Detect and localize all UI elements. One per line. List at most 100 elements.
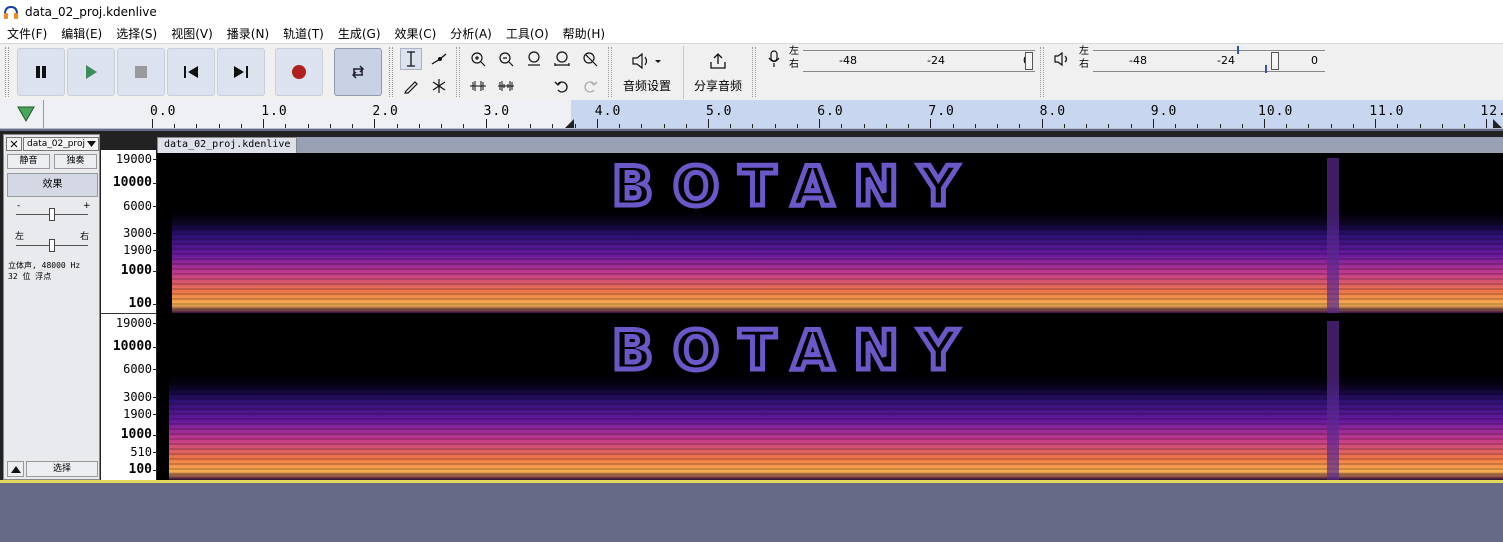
upload-share-icon (710, 53, 726, 69)
toolbar-grip[interactable] (456, 47, 460, 97)
undo-button[interactable] (551, 75, 573, 97)
i-beam-icon (407, 51, 415, 67)
ruler-minor-tick (285, 124, 287, 128)
frequency-label: 1900 (123, 407, 152, 421)
play-meter[interactable]: -48 -24 0 (1093, 46, 1325, 73)
toolbar-grip[interactable] (752, 47, 756, 97)
pause-icon (36, 66, 46, 78)
trim-icon (470, 81, 486, 91)
menu-generate[interactable]: 生成(G) (338, 25, 381, 42)
selection-tool-button[interactable] (400, 48, 422, 70)
gain-plus-label: + (83, 201, 91, 211)
ruler-minor-tick (352, 124, 354, 128)
spectrogram: BOTANY BOTANY (157, 153, 1503, 480)
menu-analyze[interactable]: 分析(A) (450, 25, 492, 42)
ruler-minor-tick (1241, 124, 1243, 128)
frequency-label: 100 (128, 296, 152, 311)
skip-to-end-button[interactable] (217, 48, 265, 96)
track-name-menu[interactable]: data_02_proj (23, 137, 99, 151)
menu-bar: 文件(F) 编辑(E) 选择(S) 视图(V) 播录(N) 轨道(T) 生成(G… (0, 23, 1503, 43)
ruler-tick-label: 12.0 (1480, 104, 1503, 119)
frequency-label: 100 (128, 462, 152, 477)
gain-slider[interactable] (49, 208, 55, 221)
play-meter-button[interactable] (1052, 48, 1074, 70)
envelope-tool-button[interactable] (428, 48, 450, 70)
microphone-icon (768, 50, 780, 67)
stop-button[interactable] (117, 48, 165, 96)
ruler-minor-tick (463, 124, 465, 128)
menu-help[interactable]: 帮助(H) (563, 25, 605, 42)
zoom-out-button[interactable] (495, 48, 517, 70)
record-meter[interactable]: -48 -24 0 (803, 50, 1035, 72)
menu-tools[interactable]: 工具(O) (506, 25, 549, 42)
menu-select[interactable]: 选择(S) (116, 25, 157, 42)
pause-button[interactable] (17, 48, 65, 96)
pencil-icon (404, 81, 418, 94)
multi-tool-button[interactable] (428, 75, 450, 97)
ruler-minor-tick (574, 124, 576, 128)
fit-selection-button[interactable] (523, 48, 545, 70)
frequency-tick (153, 304, 156, 305)
solo-button[interactable]: 独奏 (54, 154, 97, 169)
effects-button[interactable]: 效果 (7, 173, 98, 197)
frequency-tick (153, 397, 156, 398)
frequency-label: 19000 (115, 316, 152, 330)
menu-file[interactable]: 文件(F) (7, 25, 47, 42)
selection-end-marker-icon[interactable] (1493, 119, 1503, 128)
trim-button[interactable] (467, 75, 489, 97)
collapse-track-button[interactable] (7, 461, 24, 477)
ruler-major-tick (708, 119, 709, 128)
share-audio-button[interactable]: 分享音频 (688, 48, 748, 96)
menu-view[interactable]: 视图(V) (171, 25, 213, 42)
select-track-button[interactable]: 选择 (26, 461, 98, 477)
play-button[interactable] (67, 48, 115, 96)
silence-button[interactable] (495, 75, 517, 97)
window-title: data_02_proj.kdenlive (25, 4, 157, 19)
audacity-logo-icon (4, 5, 18, 19)
ruler-minor-tick (1086, 124, 1088, 128)
toolbar-grip[interactable] (389, 47, 393, 97)
ruler-minor-tick (885, 124, 887, 128)
spectrogram-view[interactable]: BOTANY BOTANY (157, 153, 1503, 480)
zoom-in-button[interactable] (467, 48, 489, 70)
toolbar-grip[interactable] (608, 47, 612, 97)
menu-transport[interactable]: 播录(N) (227, 25, 269, 42)
frequency-tick (153, 369, 156, 370)
play-meter-left-label: 左 (1079, 46, 1089, 57)
redo-button[interactable] (579, 75, 601, 97)
frequency-scale[interactable]: 19000 10000 6000 3000 1900 1000 100 19000 10000… (101, 150, 156, 480)
envelope-icon (431, 53, 447, 65)
toolbar-grip[interactable] (1040, 47, 1044, 97)
close-track-button[interactable] (6, 137, 22, 151)
loop-icon (351, 65, 365, 79)
fit-project-button[interactable] (551, 48, 573, 70)
ruler-minor-tick (418, 124, 420, 128)
record-button[interactable] (275, 48, 323, 96)
record-meter-left-label: 左 (789, 46, 799, 57)
ruler-minor-tick (908, 124, 910, 128)
zoom-toggle-button[interactable] (579, 48, 601, 70)
menu-effect[interactable]: 效果(C) (395, 25, 437, 42)
timeline-ruler[interactable]: 0.0 1.0 2.0 3.0 4.0 5.0 6.0 7.0 8.0 9.0 10.0 11.0 12… (0, 100, 1503, 129)
selection-start-marker-icon[interactable] (565, 119, 575, 128)
clip-title[interactable]: data_02_proj.kdenlive (157, 137, 298, 153)
pan-slider[interactable] (49, 239, 55, 252)
audio-setup-button[interactable]: 音频设置 (616, 48, 678, 96)
draw-tool-button[interactable] (400, 75, 422, 97)
mute-button[interactable]: 静音 (7, 154, 50, 169)
record-meter-slider[interactable] (1025, 52, 1033, 70)
record-meter-button[interactable] (763, 48, 785, 70)
menu-edit[interactable]: 编辑(E) (61, 25, 102, 42)
play-head-triangle-icon[interactable] (16, 105, 36, 123)
toolbar-grip[interactable] (5, 47, 9, 97)
menu-tracks[interactable]: 轨道(T) (283, 25, 324, 42)
play-meter-slider[interactable] (1271, 52, 1279, 70)
clip-header-bar[interactable] (157, 137, 1503, 153)
ruler-major-tick (374, 119, 376, 128)
gain-minus-label: - (17, 201, 21, 211)
ruler-major-tick (1486, 119, 1488, 128)
loop-button[interactable] (334, 48, 382, 96)
ruler-major-tick (152, 119, 153, 128)
track-control-panel: data_02_proj 静音 独奏 效果 - + 左 右 立体声, 48000… (3, 134, 100, 480)
skip-to-start-button[interactable] (167, 48, 215, 96)
